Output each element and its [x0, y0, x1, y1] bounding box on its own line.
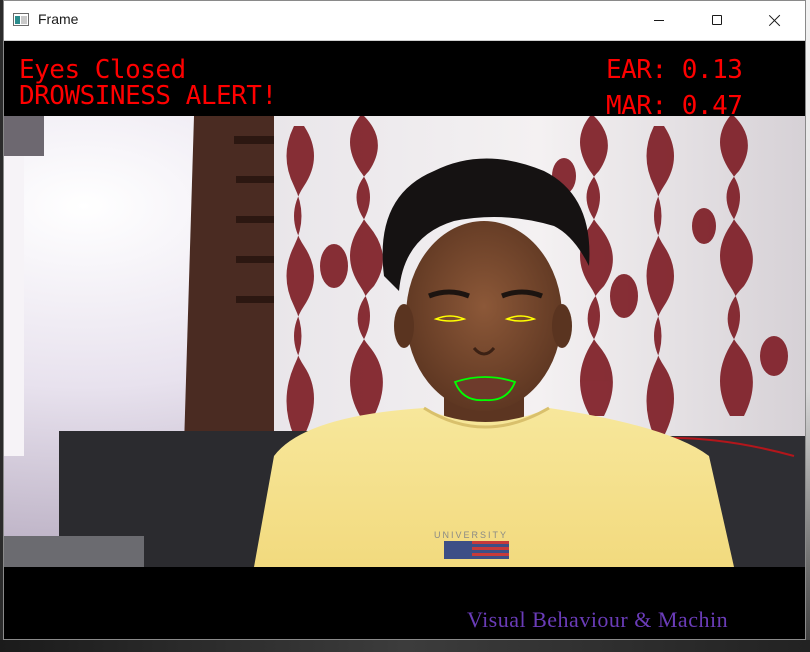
minimize-button[interactable]: [630, 1, 688, 40]
window-title: Frame: [38, 11, 79, 27]
footer-banner-text: Visual Behaviour & Machin: [467, 607, 729, 632]
drowsiness-alert-text: DROWSINESS ALERT!: [19, 81, 277, 111]
desktop-background-bottom: [0, 640, 810, 652]
desktop-background-right: [806, 0, 810, 652]
webcam-image: UNIVERSITY: [4, 116, 805, 567]
close-icon: [769, 14, 781, 26]
frame-window: Frame UNIVERSITY Eyes Closed DROWSINESS …: [3, 0, 806, 640]
mar-value-text: MAR: 0.47: [606, 91, 743, 121]
maximize-button[interactable]: [688, 1, 746, 40]
maximize-icon: [712, 15, 722, 25]
video-frame: UNIVERSITY Eyes Closed DROWSINESS ALERT!…: [4, 41, 805, 639]
close-button[interactable]: [746, 1, 804, 40]
minimize-icon: [654, 20, 664, 21]
app-icon: [13, 13, 29, 26]
ear-value-text: EAR: 0.13: [606, 55, 743, 85]
svg-text:UNIVERSITY: UNIVERSITY: [434, 530, 508, 540]
title-bar[interactable]: Frame: [4, 1, 805, 41]
